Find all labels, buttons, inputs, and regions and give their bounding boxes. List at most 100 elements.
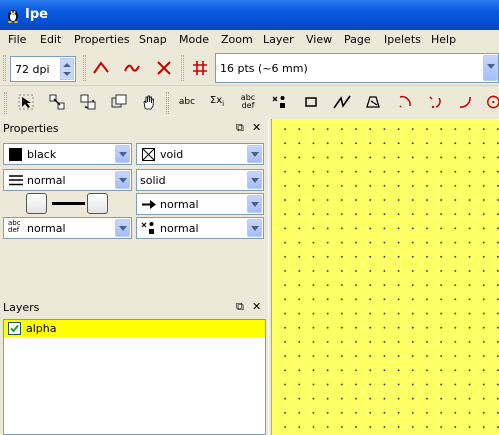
polygon-icon [366, 96, 380, 108]
toolbar-handle[interactable] [4, 92, 7, 114]
snap-vertex-button[interactable] [90, 57, 112, 79]
layers-title: Layers [3, 301, 40, 314]
rectangle-mode-button[interactable] [300, 91, 322, 113]
menu-zoom[interactable]: Zoom [221, 33, 253, 46]
menu-help[interactable]: Help [431, 33, 456, 46]
label-text-icon: abc [178, 97, 196, 107]
arrow-start-toggle[interactable] [26, 193, 47, 214]
dash-style-dropdown[interactable] [247, 171, 262, 189]
paragraph-mode-button[interactable]: abc def [237, 91, 259, 113]
mark-size-select[interactable]: normal [136, 217, 264, 239]
rectangle-icon [305, 97, 317, 107]
checkmark-icon [10, 324, 19, 333]
snap-intersection-button[interactable] [153, 57, 175, 79]
arc-mode-button[interactable] [454, 91, 476, 113]
translate-mode-button[interactable] [46, 91, 68, 113]
stroke-color-value: black [27, 148, 57, 161]
float-icon[interactable]: ⧉ [236, 121, 244, 135]
mark-mode-button[interactable] [268, 91, 290, 113]
arrow-size-select[interactable]: normal [136, 193, 264, 215]
translate-icon [49, 94, 65, 110]
close-icon[interactable]: ✕ [252, 300, 261, 313]
grid-size-select[interactable]: 16 pts (~6 mm) [215, 53, 499, 83]
fill-color-select[interactable]: void [136, 143, 264, 165]
math-text-icon: Σxi [209, 94, 225, 108]
layers-list[interactable]: alpha [3, 319, 266, 435]
polygon-mode-button[interactable] [362, 91, 384, 113]
paragraph-text-icon-line2: def [241, 101, 255, 110]
arrow-end-toggle[interactable] [87, 193, 108, 214]
mark-size-dropdown[interactable] [247, 219, 262, 237]
rotate-mode-button[interactable] [77, 91, 99, 113]
dash-style-value: solid [140, 174, 166, 187]
menu-ipelets[interactable]: Ipelets [384, 33, 421, 46]
arrow-size-dropdown[interactable] [247, 195, 262, 213]
math-mode-button[interactable]: Σxi [206, 91, 228, 113]
menu-view[interactable]: View [306, 33, 332, 46]
arc-icon [399, 95, 411, 108]
hand-icon [143, 95, 154, 110]
menu-edit[interactable]: Edit [40, 33, 61, 46]
mark-shape-icon [141, 222, 154, 234]
penguin-icon [8, 10, 18, 23]
pen-width-select[interactable]: normal [3, 169, 132, 191]
arc-three-point-mode-button[interactable] [424, 91, 446, 113]
arc-center-mode-button[interactable] [394, 91, 416, 113]
toolbar-handle[interactable] [3, 55, 6, 81]
pen-width-dropdown[interactable] [115, 171, 130, 189]
drawing-canvas[interactable] [272, 119, 499, 435]
text-size-select[interactable]: abc def normal [3, 217, 132, 239]
stretch-icon [111, 94, 127, 108]
label-mode-button[interactable]: abc [176, 91, 198, 113]
window-title: Ipe [25, 7, 48, 22]
properties-dock-title: Properties ⧉ ✕ [0, 121, 268, 137]
float-icon[interactable]: ⧉ [236, 300, 244, 314]
resolution-spinbox[interactable]: 72 dpi [10, 56, 76, 82]
grid-size-dropdown-button[interactable] [483, 55, 498, 81]
menu-layer[interactable]: Layer [263, 33, 294, 46]
stretch-mode-button[interactable] [108, 91, 130, 113]
properties-title: Properties [3, 122, 59, 135]
snap-intersection-icon [157, 61, 171, 75]
polyline-mode-button[interactable] [331, 91, 353, 113]
pan-mode-button[interactable] [138, 91, 160, 113]
menu-properties[interactable]: Properties [74, 33, 130, 46]
menu-bar: File Edit Properties Snap Mode Zoom Laye… [0, 30, 499, 50]
toolbar-handle[interactable] [166, 92, 169, 114]
menu-snap[interactable]: Snap [139, 33, 167, 46]
layer-item[interactable]: alpha [4, 320, 265, 337]
resolution-spinner[interactable] [60, 58, 74, 80]
dash-style-select[interactable]: solid [136, 169, 264, 191]
menu-page[interactable]: Page [344, 33, 371, 46]
mark-icon [272, 96, 285, 108]
text-size-dropdown[interactable] [115, 219, 130, 237]
circle-icon [487, 95, 499, 109]
menu-file[interactable]: File [8, 33, 26, 46]
polyline-icon [333, 95, 351, 109]
fill-color-dropdown[interactable] [247, 145, 262, 163]
toolbar-handle[interactable] [83, 55, 86, 81]
snap-boundary-button[interactable] [121, 57, 143, 79]
title-bar[interactable]: Ipe [0, 0, 499, 30]
snap-grid-button[interactable] [189, 57, 211, 79]
toolbar-handle[interactable] [181, 55, 184, 81]
color-swatch [9, 148, 22, 161]
layer-visibility-checkbox[interactable] [8, 322, 21, 335]
select-mode-button[interactable] [15, 91, 37, 113]
close-icon[interactable]: ✕ [252, 121, 261, 134]
rotate-icon [80, 94, 96, 110]
layer-name: alpha [26, 322, 57, 335]
pen-width-value: normal [27, 174, 66, 187]
stroke-color-dropdown[interactable] [115, 145, 130, 163]
snap-boundary-icon [124, 64, 140, 72]
select-arrow-icon [18, 94, 34, 110]
pen-width-icon [9, 175, 23, 186]
layers-dock-title: Layers ⧉ ✕ [0, 300, 268, 316]
stroke-color-select[interactable]: black [3, 143, 132, 165]
arrow-size-value: normal [160, 198, 199, 211]
resolution-value: 72 dpi [15, 63, 50, 76]
menu-mode[interactable]: Mode [179, 33, 209, 46]
circle-mode-button[interactable] [484, 91, 499, 113]
grid-size-value: 16 pts (~6 mm) [220, 62, 308, 75]
arrow-line-preview [52, 202, 85, 205]
